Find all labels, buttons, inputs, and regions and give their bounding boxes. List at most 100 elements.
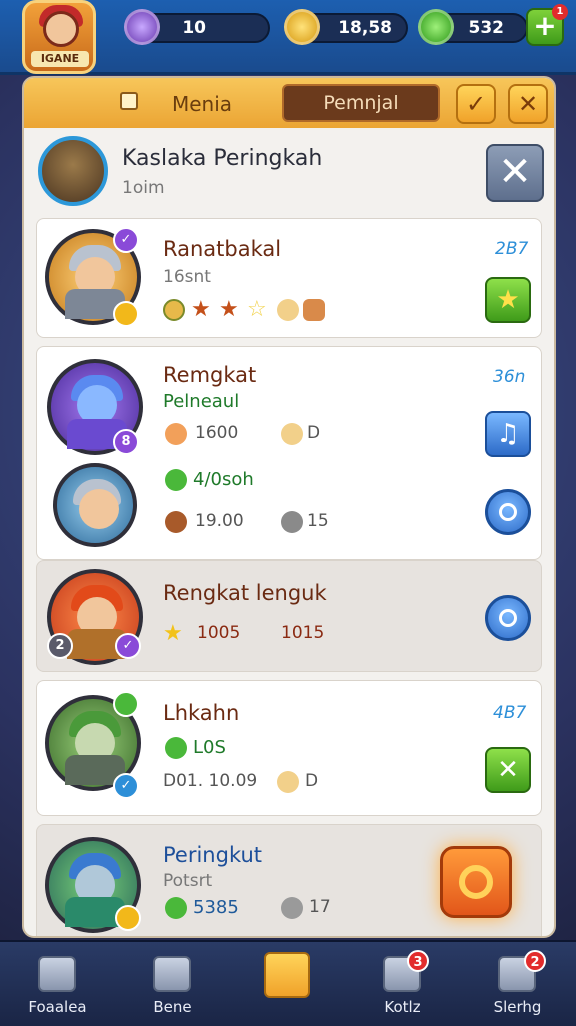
nav-label: Foaalea (28, 998, 87, 1016)
stone-icon (281, 897, 303, 919)
avatar-face (43, 11, 79, 47)
camera-button[interactable] (485, 489, 531, 535)
check-badge-icon: ✓ (115, 633, 141, 659)
nav-label: Slerhg (493, 998, 542, 1016)
nav-label: Kotlz (384, 998, 421, 1016)
stone-icon (281, 511, 303, 533)
nav-badge: 3 (407, 950, 429, 972)
leaderboard-card-4[interactable]: ✓ Lhkahn L0S D01. 10.09 D 4B7 ✕ (36, 680, 542, 816)
leaderboard-panel: Menia Pemnjal ✓ ✕ Kaslaka Peringkah 1oim… (22, 76, 556, 938)
nav-item-slerhg[interactable]: 2 Slerhg (460, 942, 575, 1026)
stat-a: D01. 10.09 (163, 771, 258, 791)
card-subtitle: Pelneaul (163, 391, 240, 412)
card-score: 2B7 (495, 239, 529, 259)
coin-icon (281, 423, 303, 445)
primary-action-button[interactable] (440, 846, 512, 918)
confirm-button[interactable]: ✓ (456, 84, 496, 124)
target-icon (499, 609, 517, 627)
nav-item-ranking[interactable] (230, 942, 345, 1026)
card-score: 36n (493, 367, 526, 387)
face-coin-icon (165, 423, 187, 445)
star-action-button[interactable]: ★ (485, 277, 531, 323)
emblem-icon (163, 299, 185, 321)
panel-header: Kaslaka Peringkah 1oim ✕ (24, 130, 554, 216)
stat-a: 1600 (195, 423, 239, 443)
card-subtitle: 16snt (163, 267, 211, 287)
level-badge: 8 (113, 429, 139, 455)
resource-gems-value: 10 (182, 18, 206, 38)
card-score: 4B7 (493, 703, 527, 723)
stat-a: 1005 (197, 623, 241, 643)
ring-icon (459, 865, 493, 899)
add-resource-badge: 1 (552, 4, 568, 20)
star-icon: ★ (219, 297, 239, 322)
camera-icon (499, 503, 517, 521)
monkey-icon (165, 511, 187, 533)
resource-energy-value: 532 (468, 18, 505, 38)
panel-subtitle: 1oim (122, 178, 165, 198)
nav-item-home[interactable]: Foaalea (0, 942, 115, 1026)
leaderboard-card-1[interactable]: ✓ Ranatbakal 16snt ★ ★ ☆ 2B7 ★ (36, 218, 542, 338)
stat-c: 19.00 (195, 511, 244, 531)
star-icon: ★ (191, 297, 211, 322)
stat-a: 5385 (193, 897, 239, 918)
nav-item-kotlz[interactable]: 3 Kotlz (345, 942, 460, 1026)
add-resource-button[interactable]: + 1 (526, 4, 568, 46)
target-button[interactable] (485, 595, 531, 641)
stat-d: 15 (307, 511, 329, 531)
star-icon: ☆ (247, 297, 267, 322)
bottom-nav: Foaalea Bene 3 Kotlz 2 Slerhg (0, 940, 576, 1026)
leaderboard-card-3[interactable]: 2 ✓ Rengkat lenguk ★ 1005 1015 (36, 560, 542, 672)
leaderboard-card-2[interactable]: 8 Remgkat Pelneaul 1600 D 36n ♫ 4/0soh 1… (36, 346, 542, 560)
nav-item-bene[interactable]: Bene (115, 942, 230, 1026)
coin-badge-icon (115, 905, 141, 931)
level-badge-icon (113, 691, 139, 717)
card-icon (153, 956, 191, 992)
coin-icon (284, 9, 320, 45)
tab-strip: Menia Pemnjal ✓ ✕ (24, 78, 554, 128)
card-title: Lhkahn (163, 701, 240, 725)
close-tab-button[interactable]: ✕ (508, 84, 548, 124)
star-icon: ★ (163, 621, 183, 646)
stat-b: 1015 (281, 623, 325, 643)
close-button[interactable]: ✕ (486, 144, 544, 202)
green-icon (165, 897, 187, 919)
coin-icon (277, 299, 299, 321)
medal-icon (264, 952, 310, 998)
nav-label: Bene (153, 998, 192, 1016)
rank-badge-icon: ✓ (113, 227, 139, 253)
note-icon (120, 92, 138, 110)
panel-title: Kaslaka Peringkah (122, 146, 323, 171)
tab-menia[interactable]: Menia (172, 92, 232, 116)
home-icon (38, 956, 76, 992)
check-badge-icon: ✓ (113, 773, 139, 799)
header-avatar (38, 136, 108, 206)
card-subtitle: Potsrt (163, 871, 213, 891)
secondary-line: 4/0soh (193, 469, 254, 490)
crossed-swords-button[interactable]: ✕ (485, 747, 531, 793)
tab-pemnjal[interactable]: Pemnjal (282, 84, 440, 122)
music-action-button[interactable]: ♫ (485, 411, 531, 457)
green-icon (165, 469, 187, 491)
stat-b: D (305, 771, 319, 791)
card-title: Peringkut (163, 843, 263, 867)
stat-b: D (307, 423, 321, 443)
card-title: Ranatbakal (163, 237, 282, 261)
player-avatar[interactable]: IGANE (22, 0, 96, 74)
stat-b: 17 (309, 897, 331, 917)
card-title: Remgkat (163, 363, 257, 387)
card-green-value: L0S (193, 737, 226, 758)
card-title: Rengkat lenguk (163, 581, 327, 605)
top-bar: IGANE 10 18,58 532 + 1 (0, 0, 576, 75)
coin-icon (277, 771, 299, 793)
energy-icon (418, 9, 454, 45)
paw-icon (303, 299, 325, 321)
hero-face (79, 489, 119, 529)
green-icon (165, 737, 187, 759)
coin-badge-icon (113, 301, 139, 327)
player-name: IGANE (31, 51, 89, 67)
nav-badge: 2 (524, 950, 546, 972)
resource-coins-value: 18,58 (338, 18, 392, 38)
gem-icon (124, 9, 160, 45)
hero-portrait-secondary (53, 463, 137, 547)
